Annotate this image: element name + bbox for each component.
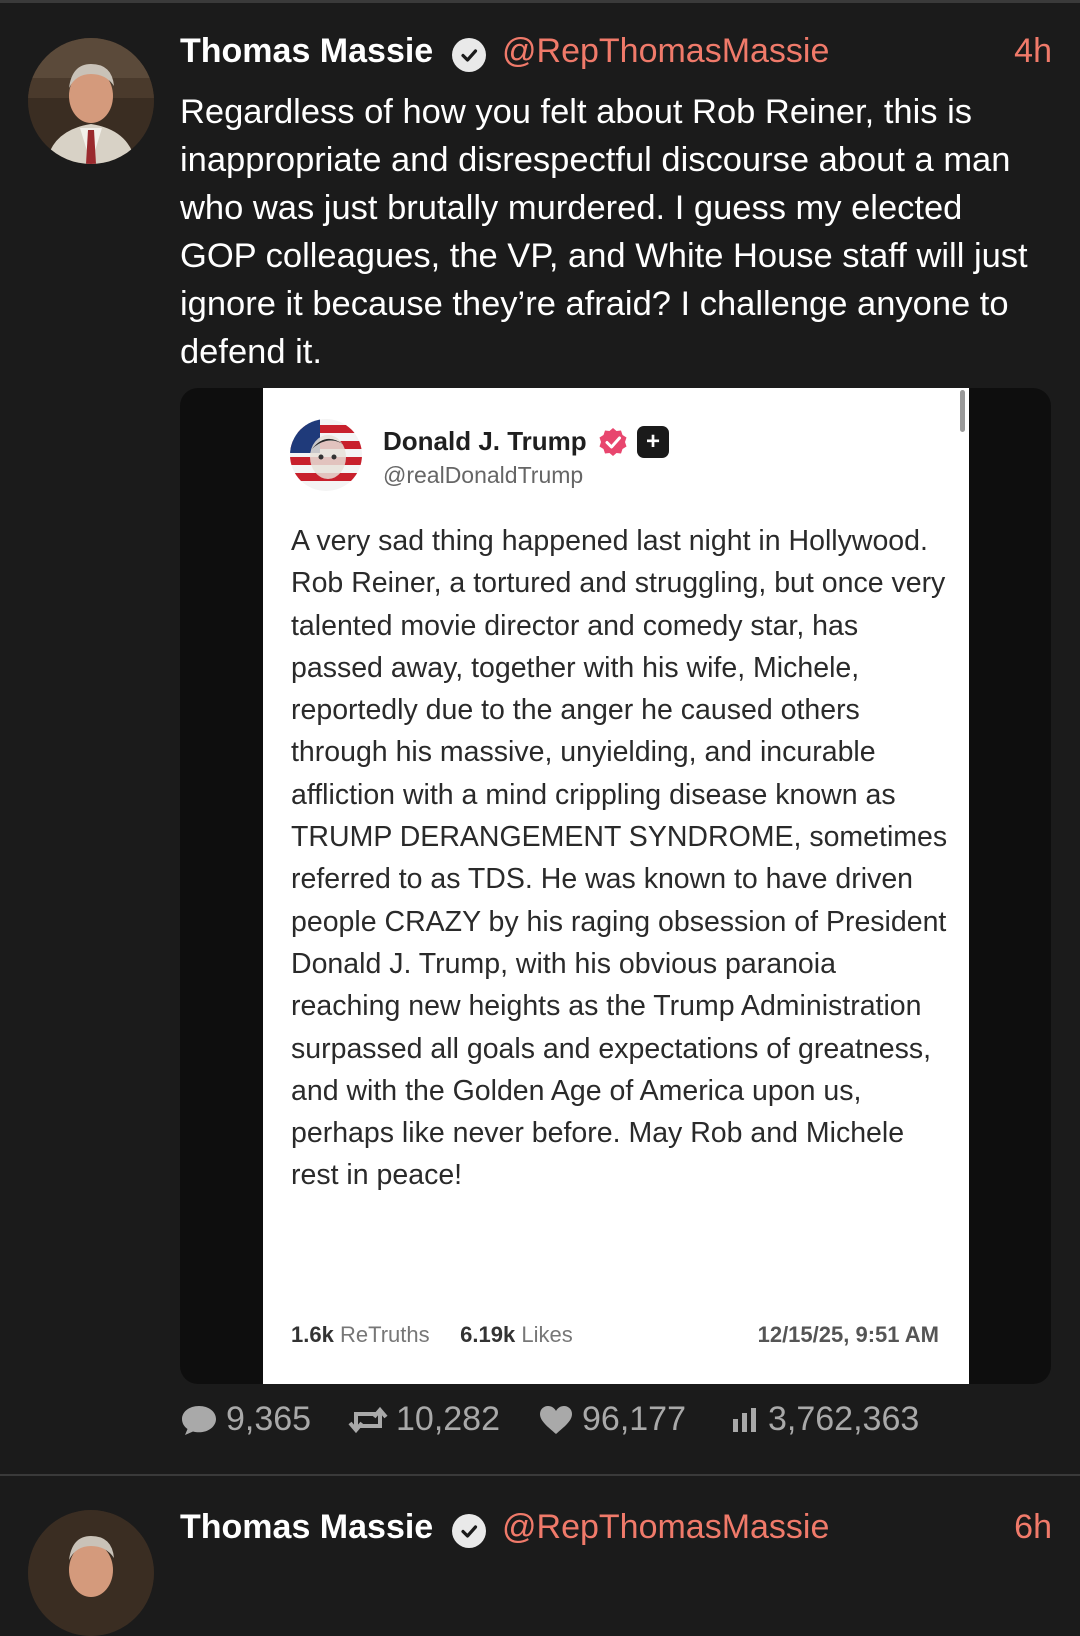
verified-badge-icon [597,426,629,458]
reply-button[interactable]: 9,365 [180,1400,311,1439]
avatar[interactable] [28,38,154,164]
views-icon [733,1407,756,1432]
repost-button[interactable]: 10,282 [348,1400,500,1439]
embed-author-name: Donald J. Trump [383,426,587,456]
author-name[interactable]: Thomas Massie [180,1508,433,1547]
retruths-label: ReTruths [339,1322,430,1347]
like-count: 96,177 [582,1400,686,1438]
scrollbar [960,390,965,432]
embed-avatar [290,419,362,491]
post[interactable]: Thomas Massie @RepThomasMassie 4h Regard… [0,0,1080,1475]
embedded-image[interactable]: Donald J. Trump + @realDonaldTrump A ver… [180,388,1051,1384]
views-button[interactable]: 3,762,363 [730,1400,919,1439]
reply-count: 9,365 [226,1400,312,1438]
repost-count: 10,282 [396,1400,500,1438]
author-handle[interactable]: @RepThomasMassie [502,1508,829,1547]
embed-date: 12/15/25, 9:51 AM [757,1322,939,1347]
post-text: Regardless of how you felt about Rob Rei… [180,93,1028,371]
verified-check-icon [452,1514,486,1548]
embed-stats: 1.6k ReTruths 6.19k Likes [291,1322,573,1348]
verified-check-icon [452,38,486,72]
action-bar: 9,365 10,282 96,177 3,762,363 [180,1400,1040,1450]
likes-count: 6.19k [460,1322,516,1347]
author-handle[interactable]: @RepThomasMassie [502,32,829,71]
reply-icon [182,1405,216,1435]
like-button[interactable]: 96,177 [538,1400,686,1439]
post-time[interactable]: 4h [1014,32,1052,71]
embed-author-handle: @realDonaldTrump [383,462,584,488]
post-header: Thomas Massie @RepThomasMassie 6h [180,1508,1052,1558]
truth-social-screenshot: Donald J. Trump + @realDonaldTrump A ver… [263,388,969,1384]
like-icon [540,1405,572,1434]
retruths-count: 1.6k [291,1322,334,1347]
avatar[interactable] [28,1510,154,1636]
post-time[interactable]: 6h [1014,1508,1052,1547]
plus-badge-icon: + [637,426,669,458]
embed-text: A very sad thing happened last night in … [291,525,948,1192]
likes-label: Likes [521,1322,573,1347]
author-name[interactable]: Thomas Massie [180,32,433,71]
post[interactable]: Thomas Massie @RepThomasMassie 6h [0,1476,1080,1636]
post-header: Thomas Massie @RepThomasMassie 4h [180,32,1052,82]
view-count: 3,762,363 [768,1400,920,1438]
repost-icon [348,1406,388,1433]
